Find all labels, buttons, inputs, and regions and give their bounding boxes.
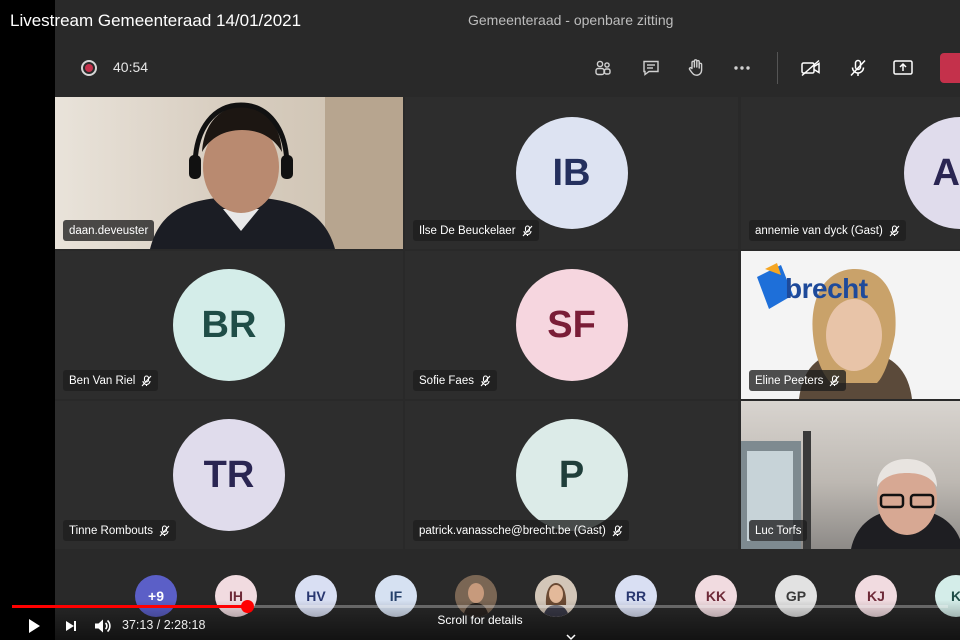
avatar: AD <box>904 117 960 229</box>
participant-name: Tinne Rombouts <box>69 524 153 537</box>
participant-name-tag: Tinne Rombouts <box>63 520 176 541</box>
avatar: BR <box>173 269 285 381</box>
mic-muted-icon <box>829 374 840 386</box>
avatar: P <box>515 419 628 531</box>
mic-muted-icon <box>480 374 491 386</box>
participant-tile[interactable]: AD annemie van dyck (Gast) <box>741 97 960 249</box>
participant-tile[interactable]: daan.deveuster <box>55 97 403 249</box>
participant-tile[interactable]: brecht Eline Peeters <box>741 251 960 399</box>
progress-scrubber[interactable] <box>241 600 254 613</box>
avatar: SF <box>515 269 628 381</box>
participant-name: Sofie Faes <box>419 374 474 387</box>
participant-name: Luc Torfs <box>755 524 802 537</box>
participants-icon[interactable] <box>589 54 617 82</box>
participant-tile[interactable]: Luc Torfs <box>741 401 960 549</box>
share-screen-icon[interactable] <box>889 54 917 82</box>
mic-muted-icon <box>159 524 170 536</box>
participant-name-tag: Luc Torfs <box>749 520 808 541</box>
participant-name-tag: annemie van dyck (Gast) <box>749 220 906 241</box>
progress-bar-played <box>12 605 247 608</box>
participant-name-tag: Sofie Faes <box>413 370 497 391</box>
recording-icon <box>81 60 97 76</box>
mic-muted-icon <box>612 524 623 536</box>
participant-tile[interactable]: SF Sofie Faes <box>405 251 738 399</box>
mic-off-icon[interactable] <box>844 54 872 82</box>
mic-muted-icon <box>889 224 900 236</box>
participant-name-tag: patrick.vanassche@brecht.be (Gast) <box>413 520 629 541</box>
toolbar-divider <box>777 52 778 84</box>
meeting-toolbar: 40:54 <box>55 40 960 96</box>
chat-icon[interactable] <box>637 54 665 82</box>
meeting-title: Gemeenteraad - openbare zitting <box>468 12 674 28</box>
camera-off-icon[interactable] <box>797 54 825 82</box>
leave-button[interactable] <box>940 53 960 83</box>
avatar: IB <box>515 117 628 229</box>
more-options-icon[interactable] <box>728 54 756 82</box>
participant-tile[interactable]: P patrick.vanassche@brecht.be (Gast) <box>405 401 738 549</box>
scroll-for-details[interactable]: Scroll for details <box>0 613 960 627</box>
participant-name: Ilse De Beuckelaer <box>419 224 516 237</box>
progress-bar[interactable] <box>12 600 948 613</box>
participant-tile[interactable]: TR Tinne Rombouts <box>55 401 403 549</box>
chevron-down-icon[interactable] <box>566 628 576 640</box>
participant-tile[interactable]: BR Ben Van Riel <box>55 251 403 399</box>
participant-name: Eline Peeters <box>755 374 824 387</box>
raise-hand-icon[interactable] <box>682 54 710 82</box>
participant-name: annemie van dyck (Gast) <box>755 224 883 237</box>
mic-muted-icon <box>141 374 152 386</box>
participant-name-tag: Ben Van Riel <box>63 370 159 391</box>
participant-name-tag: Eline Peeters <box>749 370 847 391</box>
video-title[interactable]: Livestream Gemeenteraad 14/01/2021 <box>10 11 301 31</box>
avatar: TR <box>173 419 285 531</box>
participant-name-tag: daan.deveuster <box>63 220 155 241</box>
participant-name: patrick.vanassche@brecht.be (Gast) <box>419 524 606 537</box>
participant-name-tag: Ilse De Beuckelaer <box>413 220 539 241</box>
participant-name: Ben Van Riel <box>69 374 136 387</box>
participant-tile[interactable]: IB Ilse De Beuckelaer <box>405 97 738 249</box>
meeting-timer: 40:54 <box>113 59 149 75</box>
participant-name: daan.deveuster <box>69 224 149 237</box>
mic-muted-icon <box>522 224 532 236</box>
brecht-logo-text: brecht <box>785 273 868 304</box>
